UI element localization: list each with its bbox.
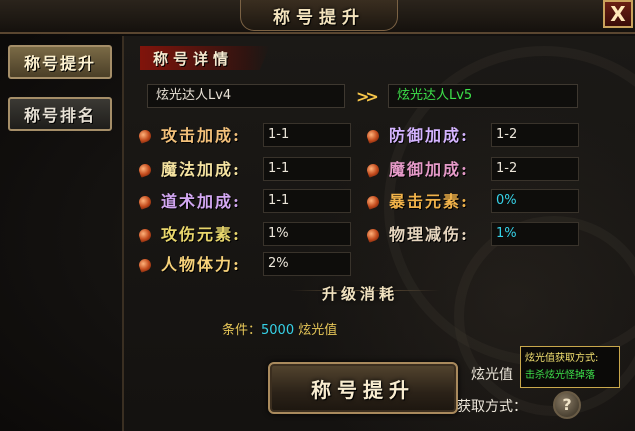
upgrade-title-button[interactable]: 称号提升 [268, 362, 458, 414]
current-title-field: 炫光达人Lv4 [147, 84, 345, 108]
title-upgrade-window: 称号提升 X 称号提升 称号排名 称号详情 炫光达人Lv4 >> 炫光达人Lv5… [0, 0, 635, 431]
stat-value: 1-1 [263, 189, 351, 213]
upgrade-button-label: 称号提升 [311, 377, 415, 402]
condition-row: 条件：5000 炫光值 [222, 319, 337, 338]
tooltip-title: 炫光值获取方式: [525, 353, 599, 364]
close-button[interactable]: X [603, 0, 633, 28]
xg-tooltip: 炫光值获取方式: 击杀炫光怪掉落 [520, 346, 620, 388]
stat-label: 暴击元素: [389, 192, 469, 211]
stat-value: 1% [491, 222, 579, 246]
tab-title-ranking[interactable]: 称号排名 [8, 97, 112, 131]
stat-value: 1-1 [263, 123, 351, 147]
stat-label: 攻击加成: [161, 126, 241, 145]
stat-label: 人物体力: [161, 255, 241, 274]
tab-title-upgrade[interactable]: 称号提升 [8, 45, 112, 79]
stat-value: 1-2 [491, 123, 579, 147]
stat-label: 防御加成: [389, 126, 469, 145]
stat-label: 物理减伤: [389, 225, 469, 244]
help-button[interactable]: ? [553, 391, 581, 419]
stat-value: 1-2 [491, 157, 579, 181]
window-title: 称号提升 [273, 7, 365, 28]
sidebar-divider [122, 36, 124, 431]
window-title-plate: 称号提升 [240, 0, 398, 31]
stat-label: 魔法加成: [161, 160, 241, 179]
stat-value: 0% [491, 189, 579, 213]
stat-label: 攻伤元素: [161, 225, 241, 244]
xg-value-label: 炫光值 [471, 367, 513, 383]
stat-value: 1% [263, 222, 351, 246]
condition-label: 条件： [222, 323, 262, 338]
detail-section-title: 称号详情 [153, 50, 234, 68]
title-bar: 称号提升 X [0, 0, 635, 34]
stat-value: 2% [263, 252, 351, 276]
arrow-right-icon: >> [356, 87, 379, 106]
condition-value: 5000 [261, 323, 295, 338]
stat-label: 道术加成: [161, 192, 241, 211]
close-icon: X [610, 2, 626, 26]
stat-value: 1-1 [263, 157, 351, 181]
next-title-field: 炫光达人Lv5 [388, 84, 578, 108]
tooltip-body: 击杀炫光怪掉落 [525, 370, 595, 381]
stat-label: 魔御加成: [389, 160, 469, 179]
condition-unit: 炫光值 [294, 323, 338, 338]
cost-section-title: 升级消耗 [321, 285, 398, 303]
obtain-method-label: 获取方式： [457, 399, 527, 415]
question-icon: ? [562, 395, 572, 414]
